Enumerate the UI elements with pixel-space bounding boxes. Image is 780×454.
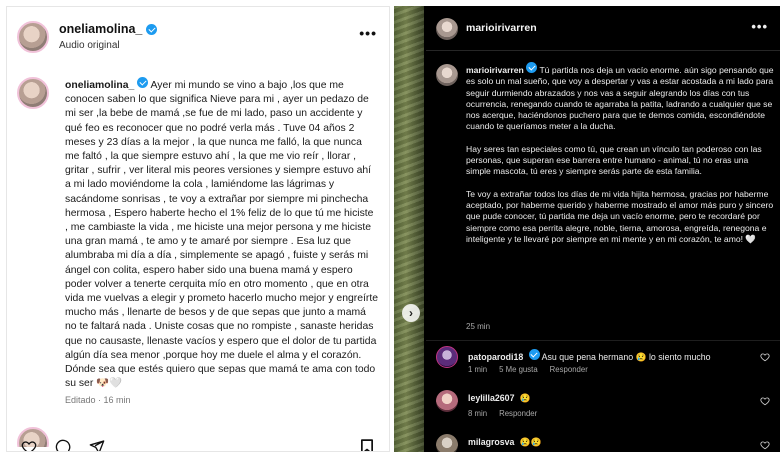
comment-text: Asu que pena hermano 😢 lo siento mucho <box>541 352 711 362</box>
caption-paragraph: Te voy a extrañar todos los días de mi v… <box>466 188 774 244</box>
comment-item: patoparodi18 Asu que pena hermano 😢 lo s… <box>436 346 770 386</box>
comment-line: leylilla2607 😢 <box>468 393 531 404</box>
comment-username[interactable]: milagrosva <box>468 437 514 447</box>
audio-label[interactable]: Audio original <box>59 40 120 51</box>
caption-paragraph: Hay seres tan especiales como tú, que cr… <box>466 143 762 177</box>
avatar[interactable] <box>17 21 49 53</box>
comment-item: milagrosva 😢😢 <box>436 434 770 452</box>
comment-time: 1 min <box>468 365 488 374</box>
post-username[interactable]: oneliamolina_ <box>59 22 158 36</box>
verified-badge-icon <box>526 62 538 73</box>
edited-timestamp: Editado · 16 min <box>65 395 131 405</box>
caption-username[interactable]: marioirivarren <box>466 65 524 75</box>
comment-text: 😢 <box>519 393 531 403</box>
bookmark-icon[interactable] <box>361 439 373 452</box>
comment-item: leylilla2607 😢 8 min Responder <box>436 390 770 430</box>
username-text[interactable]: oneliamolina_ <box>59 22 142 36</box>
left-post-panel: oneliamolina_ Audio original ••• oneliam… <box>6 6 390 452</box>
comment-icon[interactable] <box>55 439 71 452</box>
heart-icon[interactable] <box>760 396 770 406</box>
divider <box>426 340 780 341</box>
caption-text: marioirivarren Tú partida nos deja un va… <box>466 62 774 256</box>
post-photo[interactable] <box>394 6 424 452</box>
verified-badge-icon <box>528 349 540 360</box>
comment-text: 😢😢 <box>519 437 542 447</box>
share-icon[interactable] <box>89 439 105 452</box>
more-options-icon[interactable]: ••• <box>751 19 768 34</box>
caption-body: Ayer mi mundo se vino a bajo ,los que me… <box>65 80 379 390</box>
caption-text: oneliamolina_ Ayer mi mundo se vino a ba… <box>65 77 379 391</box>
comment-time: 8 min <box>468 409 488 418</box>
post-username[interactable]: marioirivarren <box>466 22 537 34</box>
comment-username[interactable]: leylilla2607 <box>468 393 514 403</box>
caption-username[interactable]: oneliamolina_ <box>65 80 134 91</box>
comment-line: milagrosva 😢😢 <box>468 437 542 448</box>
heart-icon[interactable] <box>760 352 770 362</box>
heart-icon[interactable] <box>21 439 37 452</box>
comment-meta: 1 min 5 Me gusta Responder <box>468 365 588 374</box>
more-options-icon[interactable]: ••• <box>359 25 377 41</box>
comment-likes[interactable]: 5 Me gusta <box>499 365 538 374</box>
divider <box>426 50 780 51</box>
right-post-panel: › marioirivarren ••• marioirivarren Tú p… <box>394 6 780 452</box>
reply-button[interactable]: Responder <box>550 365 588 374</box>
avatar[interactable] <box>17 77 49 109</box>
verified-badge-icon <box>137 77 149 88</box>
caption-paragraph: marioirivarren Tú partida nos deja un va… <box>466 62 774 133</box>
heart-icon[interactable] <box>760 440 770 450</box>
reply-button[interactable]: Responder <box>499 409 537 418</box>
comment-username[interactable]: patoparodi18 <box>468 352 523 362</box>
avatar[interactable] <box>436 18 458 40</box>
left-post-header: oneliamolina_ Audio original ••• <box>7 7 389 61</box>
avatar[interactable] <box>436 434 458 452</box>
comment-line: patoparodi18 Asu que pena hermano 😢 lo s… <box>468 349 711 363</box>
comments-panel: marioirivarren ••• marioirivarren Tú par… <box>426 6 780 452</box>
avatar[interactable] <box>436 346 458 368</box>
post-actions <box>21 439 105 452</box>
post-timestamp: 25 min <box>466 322 491 331</box>
avatar[interactable] <box>436 64 458 86</box>
comment-meta: 8 min Responder <box>468 409 537 418</box>
chevron-right-icon[interactable]: › <box>402 304 420 322</box>
avatar[interactable] <box>436 390 458 412</box>
verified-badge-icon <box>146 23 158 35</box>
